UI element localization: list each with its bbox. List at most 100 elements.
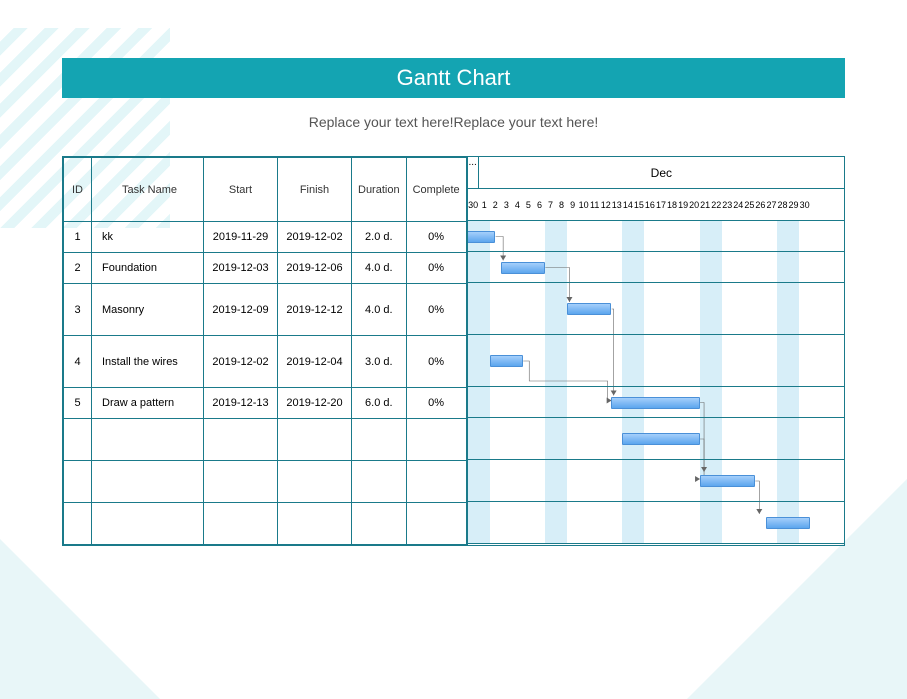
day-header-cell: 27 bbox=[766, 189, 777, 220]
cell-duration bbox=[352, 503, 407, 545]
day-header-cell: 20 bbox=[689, 189, 700, 220]
gantt-row[interactable] bbox=[468, 335, 844, 387]
cell-start bbox=[204, 461, 278, 503]
cell-start: 2019-11-29 bbox=[204, 222, 278, 253]
cell-name: Draw a pattern bbox=[92, 388, 204, 419]
day-header-cell: 18 bbox=[667, 189, 678, 220]
gantt-row[interactable] bbox=[468, 221, 844, 252]
month-prev-marker: ... bbox=[468, 157, 479, 188]
table-row[interactable]: 1kk2019-11-292019-12-022.0 d.0% bbox=[64, 222, 467, 253]
cell-complete: 0% bbox=[406, 336, 466, 388]
month-label-dec: Dec bbox=[479, 157, 844, 188]
col-name-header: Task Name bbox=[92, 158, 204, 222]
day-header-cell: 17 bbox=[655, 189, 666, 220]
day-header-cell: 1 bbox=[479, 189, 490, 220]
cell-start bbox=[204, 419, 278, 461]
day-header-cell: 19 bbox=[678, 189, 689, 220]
gantt-day-header: 3012345678910111213141516171819202122232… bbox=[468, 189, 844, 221]
cell-finish: 2019-12-02 bbox=[278, 222, 352, 253]
day-header-cell: 24 bbox=[733, 189, 744, 220]
col-complete-header: Complete bbox=[406, 158, 466, 222]
table-row[interactable]: 4Install the wires2019-12-022019-12-043.… bbox=[64, 336, 467, 388]
day-header-cell: 8 bbox=[556, 189, 567, 220]
cell-name bbox=[92, 503, 204, 545]
gantt-body bbox=[468, 221, 844, 544]
page-title: Gantt Chart bbox=[397, 65, 511, 91]
gantt-bar[interactable] bbox=[611, 397, 699, 409]
day-header-cell: 28 bbox=[777, 189, 788, 220]
cell-complete: 0% bbox=[406, 284, 466, 336]
gantt-timeline-panel: ... Dec 30123456789101112131415161718192… bbox=[467, 157, 844, 545]
cell-complete bbox=[406, 419, 466, 461]
day-header-cell: 21 bbox=[700, 189, 711, 220]
day-header-cell: 26 bbox=[755, 189, 766, 220]
day-header-cell: 29 bbox=[788, 189, 799, 220]
cell-duration: 2.0 d. bbox=[352, 222, 407, 253]
table-row[interactable]: 5Draw a pattern2019-12-132019-12-206.0 d… bbox=[64, 388, 467, 419]
cell-duration: 4.0 d. bbox=[352, 253, 407, 284]
table-header-row: ID Task Name Start Finish Duration Compl… bbox=[64, 158, 467, 222]
cell-id: 4 bbox=[64, 336, 92, 388]
cell-name: kk bbox=[92, 222, 204, 253]
cell-finish bbox=[278, 461, 352, 503]
day-header-cell: 16 bbox=[644, 189, 655, 220]
gantt-bar[interactable] bbox=[622, 433, 699, 445]
cell-name: Foundation bbox=[92, 253, 204, 284]
cell-duration: 6.0 d. bbox=[352, 388, 407, 419]
day-header-cell: 2 bbox=[490, 189, 501, 220]
cell-name bbox=[92, 461, 204, 503]
day-header-cell: 30 bbox=[799, 189, 810, 220]
col-id-header: ID bbox=[64, 158, 92, 222]
gantt-row[interactable] bbox=[468, 460, 844, 502]
cell-id bbox=[64, 419, 92, 461]
gantt-bar[interactable] bbox=[490, 355, 523, 367]
day-header-cell: 4 bbox=[512, 189, 523, 220]
cell-start: 2019-12-03 bbox=[204, 253, 278, 284]
gantt-month-header: ... Dec bbox=[468, 157, 844, 189]
cell-id: 3 bbox=[64, 284, 92, 336]
gantt-bar[interactable] bbox=[467, 231, 496, 243]
day-header-cell: 7 bbox=[545, 189, 556, 220]
cell-start: 2019-12-02 bbox=[204, 336, 278, 388]
cell-id bbox=[64, 461, 92, 503]
table-row[interactable] bbox=[64, 503, 467, 545]
title-bar: Gantt Chart bbox=[62, 58, 845, 98]
day-header-cell: 30 bbox=[468, 189, 479, 220]
day-header-cell: 6 bbox=[534, 189, 545, 220]
gantt-row[interactable] bbox=[468, 283, 844, 335]
table-row[interactable]: 3Masonry2019-12-092019-12-124.0 d.0% bbox=[64, 284, 467, 336]
cell-name bbox=[92, 419, 204, 461]
cell-finish: 2019-12-04 bbox=[278, 336, 352, 388]
cell-id: 1 bbox=[64, 222, 92, 253]
day-header-cell: 11 bbox=[589, 189, 600, 220]
day-header-cell: 23 bbox=[722, 189, 733, 220]
gantt-chart: ID Task Name Start Finish Duration Compl… bbox=[62, 156, 845, 546]
table-row[interactable] bbox=[64, 419, 467, 461]
task-table: ID Task Name Start Finish Duration Compl… bbox=[63, 157, 467, 545]
day-header-cell: 10 bbox=[578, 189, 589, 220]
cell-name: Install the wires bbox=[92, 336, 204, 388]
day-header-cell: 25 bbox=[744, 189, 755, 220]
gantt-bar[interactable] bbox=[567, 303, 611, 315]
day-header-cell: 3 bbox=[501, 189, 512, 220]
gantt-bar[interactable] bbox=[501, 262, 545, 274]
cell-finish bbox=[278, 419, 352, 461]
gantt-bar[interactable] bbox=[700, 475, 755, 487]
table-row[interactable]: 2Foundation2019-12-032019-12-064.0 d.0% bbox=[64, 253, 467, 284]
cell-start bbox=[204, 503, 278, 545]
cell-duration bbox=[352, 461, 407, 503]
col-duration-header: Duration bbox=[352, 158, 407, 222]
day-header-cell: 9 bbox=[567, 189, 578, 220]
subtitle: Replace your text here!Replace your text… bbox=[0, 114, 907, 130]
table-row[interactable] bbox=[64, 461, 467, 503]
background-triangle-left bbox=[0, 539, 160, 699]
cell-id: 2 bbox=[64, 253, 92, 284]
day-header-cell: 14 bbox=[622, 189, 633, 220]
cell-id: 5 bbox=[64, 388, 92, 419]
cell-complete bbox=[406, 503, 466, 545]
cell-finish: 2019-12-06 bbox=[278, 253, 352, 284]
cell-duration: 4.0 d. bbox=[352, 284, 407, 336]
day-header-cell: 13 bbox=[611, 189, 622, 220]
cell-finish bbox=[278, 503, 352, 545]
gantt-bar[interactable] bbox=[766, 517, 810, 529]
